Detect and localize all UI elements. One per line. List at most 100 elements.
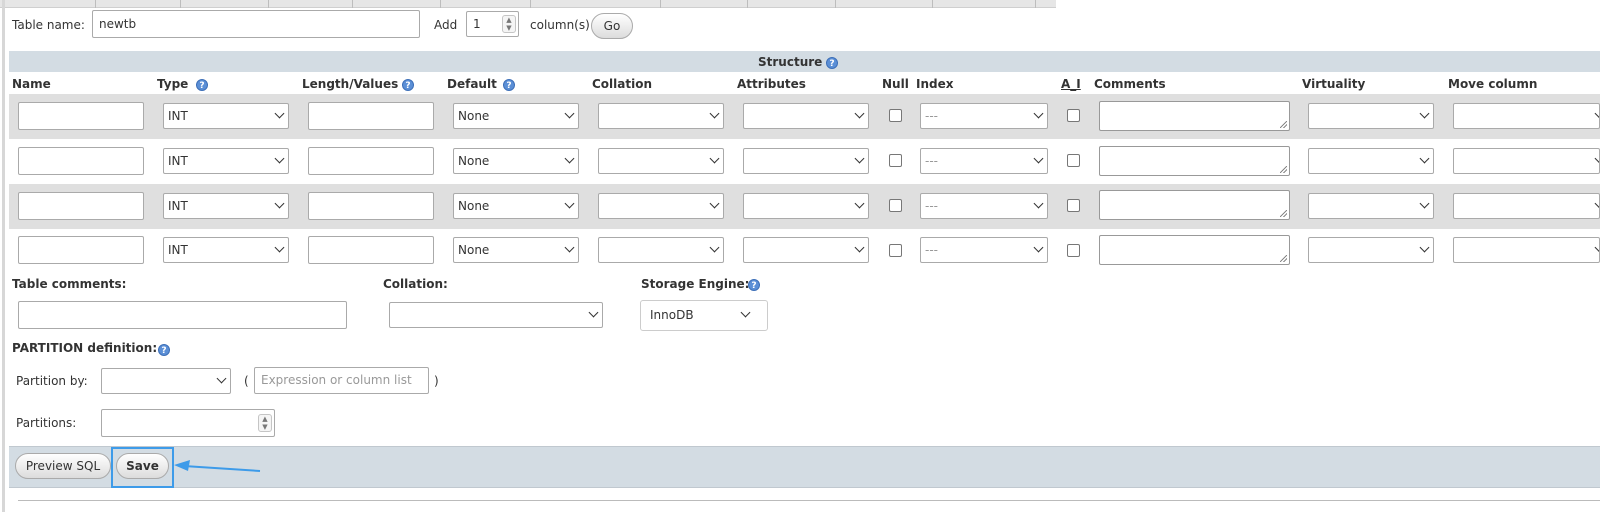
move-column-select[interactable] xyxy=(1453,193,1600,219)
length-values-input[interactable] xyxy=(308,147,434,175)
default-select[interactable]: None xyxy=(453,148,579,174)
header-attributes: Attributes xyxy=(737,77,806,91)
attributes-select[interactable] xyxy=(743,103,869,129)
preview-sql-button[interactable]: Preview SQL xyxy=(15,453,111,479)
chevron-down-icon xyxy=(564,198,575,209)
partition-expression-input[interactable]: Expression or column list xyxy=(254,367,429,394)
auto-increment-checkbox[interactable] xyxy=(1067,244,1080,257)
top-tab-strip xyxy=(0,0,1600,8)
length-values-input[interactable] xyxy=(308,102,434,130)
virtuality-select[interactable] xyxy=(1308,237,1434,263)
length-help-icon[interactable]: ? xyxy=(402,79,414,91)
comments-textarea[interactable] xyxy=(1099,235,1290,265)
table-comments-input[interactable] xyxy=(18,301,347,329)
type-help-icon[interactable]: ? xyxy=(196,79,208,91)
add-columns-count[interactable]: 1 ▲ ▼ xyxy=(466,11,519,37)
chevron-down-icon xyxy=(709,153,720,164)
table-collation-select[interactable] xyxy=(389,302,603,328)
add-label: Add xyxy=(434,18,458,32)
chevron-down-icon xyxy=(564,153,575,164)
type-select[interactable]: INT xyxy=(163,103,289,129)
comments-textarea[interactable] xyxy=(1099,101,1290,131)
tab-separator xyxy=(440,0,441,8)
columns-suffix-label: column(s) xyxy=(530,18,590,32)
chevron-down-icon xyxy=(1419,108,1430,119)
collation-select[interactable] xyxy=(598,237,724,263)
type-select[interactable]: INT xyxy=(163,148,289,174)
save-highlight-box xyxy=(111,447,174,488)
tab-separator xyxy=(268,0,269,8)
partitions-count-input[interactable]: ▲ ▼ xyxy=(101,409,275,437)
storage-engine-label: Storage Engine: xyxy=(641,277,750,291)
auto-increment-checkbox[interactable] xyxy=(1067,199,1080,212)
length-values-input[interactable] xyxy=(308,192,434,220)
null-checkbox[interactable] xyxy=(889,244,902,257)
table-name-input[interactable]: newtb xyxy=(92,10,420,38)
column-name-input[interactable] xyxy=(18,147,144,175)
attributes-select[interactable] xyxy=(743,193,869,219)
null-checkbox[interactable] xyxy=(889,199,902,212)
chevron-down-icon xyxy=(1033,242,1044,253)
move-column-select[interactable] xyxy=(1453,103,1600,129)
chevron-down-icon xyxy=(854,198,865,209)
chevron-down-icon xyxy=(854,153,865,164)
attributes-select[interactable] xyxy=(743,148,869,174)
default-select[interactable]: None xyxy=(453,237,579,263)
default-help-icon[interactable]: ? xyxy=(503,79,515,91)
length-values-input[interactable] xyxy=(308,236,434,264)
go-button[interactable]: Go xyxy=(591,13,633,39)
partition-by-select[interactable] xyxy=(101,368,231,394)
attributes-select[interactable] xyxy=(743,237,869,263)
chevron-down-icon xyxy=(709,198,720,209)
header-move-column: Move column xyxy=(1448,77,1538,91)
comments-textarea[interactable] xyxy=(1099,190,1290,220)
pointer-arrow-icon xyxy=(174,460,261,472)
move-column-select[interactable] xyxy=(1453,148,1600,174)
chevron-down-icon xyxy=(1419,198,1430,209)
chevron-down-icon xyxy=(588,307,599,318)
collation-select[interactable] xyxy=(598,148,724,174)
move-column-select[interactable] xyxy=(1453,237,1600,263)
chevron-down-icon xyxy=(1419,242,1430,253)
comments-textarea[interactable] xyxy=(1099,146,1290,176)
chevron-down-icon xyxy=(740,307,751,318)
table-comments-label: Table comments: xyxy=(12,277,127,291)
tab-separator xyxy=(1035,0,1036,8)
index-select[interactable]: --- xyxy=(920,103,1048,129)
structure-help-icon[interactable]: ? xyxy=(826,57,838,69)
type-select[interactable]: INT xyxy=(163,237,289,263)
tab-strip-bar xyxy=(0,0,1056,8)
virtuality-select[interactable] xyxy=(1308,193,1434,219)
partition-by-label: Partition by: xyxy=(16,374,88,388)
virtuality-select[interactable] xyxy=(1308,148,1434,174)
auto-increment-checkbox[interactable] xyxy=(1067,154,1080,167)
auto-increment-checkbox[interactable] xyxy=(1067,109,1080,122)
bottom-divider xyxy=(18,500,1600,501)
null-checkbox[interactable] xyxy=(889,109,902,122)
virtuality-select[interactable] xyxy=(1308,103,1434,129)
spinner-arrows-icon[interactable]: ▲ ▼ xyxy=(502,15,516,33)
default-select[interactable]: None xyxy=(453,193,579,219)
chevron-down-icon xyxy=(1594,153,1599,164)
structure-title: Structure xyxy=(758,55,823,69)
null-checkbox[interactable] xyxy=(889,154,902,167)
tab-separator xyxy=(932,0,933,8)
spinner-arrows-icon[interactable]: ▲ ▼ xyxy=(258,414,272,432)
type-select[interactable]: INT xyxy=(163,193,289,219)
column-name-input[interactable] xyxy=(18,102,144,130)
index-select[interactable]: --- xyxy=(920,237,1048,263)
default-select[interactable]: None xyxy=(453,103,579,129)
chevron-down-icon xyxy=(564,108,575,119)
column-name-input[interactable] xyxy=(18,236,144,264)
chevron-down-icon xyxy=(274,242,285,253)
collation-select[interactable] xyxy=(598,193,724,219)
column-name-input[interactable] xyxy=(18,192,144,220)
index-select[interactable]: --- xyxy=(920,193,1048,219)
tab-separator xyxy=(352,0,353,8)
storage-engine-select[interactable]: InnoDB xyxy=(640,300,768,331)
partition-help-icon[interactable]: ? xyxy=(158,344,170,356)
index-select[interactable]: --- xyxy=(920,148,1048,174)
collation-select[interactable] xyxy=(598,103,724,129)
storage-engine-help-icon[interactable]: ? xyxy=(748,279,760,291)
chevron-down-icon xyxy=(1594,198,1599,209)
